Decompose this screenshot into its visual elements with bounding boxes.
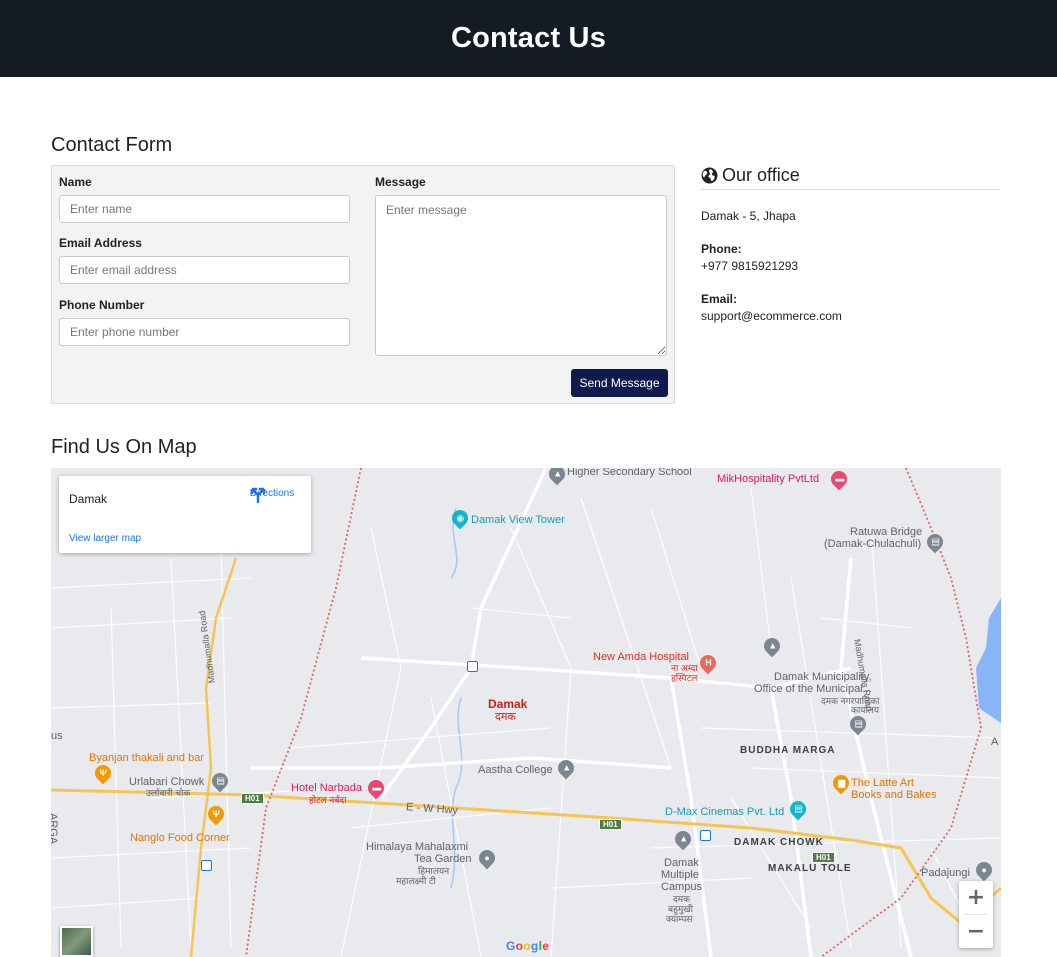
h01-shield-3: H01 bbox=[812, 852, 835, 863]
map-label-padajungi: Padajungi bbox=[921, 867, 970, 879]
map-title: Find Us On Map bbox=[51, 436, 197, 458]
office-info: Our office Damak - 5, Jhapa Phone: +977 … bbox=[701, 165, 1000, 323]
name-label: Name bbox=[59, 175, 92, 189]
email-input[interactable] bbox=[59, 256, 350, 284]
name-input[interactable] bbox=[59, 195, 350, 223]
google-logo: Google bbox=[506, 939, 550, 953]
map-label-damak-town-np: दमक bbox=[495, 711, 516, 723]
map-label-damak-municipality: Damak Municipality, bbox=[774, 671, 872, 683]
directions-icon bbox=[250, 487, 266, 503]
map-label-himalaya: Himalaya Mahalaxmi bbox=[366, 841, 469, 853]
phone-label: Phone Number bbox=[59, 298, 145, 312]
map-label-damak-municipality-2: Office of the Municipal... bbox=[754, 683, 872, 695]
office-address: Damak - 5, Jhapa bbox=[701, 209, 796, 223]
map-label-latte-art: The Latte Art bbox=[851, 777, 914, 789]
river-water bbox=[976, 598, 1001, 723]
globe-icon bbox=[701, 167, 718, 183]
map-label-arga: ARGA bbox=[51, 813, 59, 845]
map-label-damak-view-tower: Damak View Tower bbox=[471, 514, 565, 526]
send-message-button[interactable]: Send Message bbox=[571, 369, 668, 397]
map-label-dmax: D-Max Cinemas Pvt. Ltd bbox=[665, 806, 785, 818]
page-title: Contact Us bbox=[450, 22, 607, 54]
map-label-higher-secondary: Higher Secondary School bbox=[567, 468, 692, 478]
map-label-ratuwa-bridge-sub: (Damak-Chulachuli) bbox=[824, 538, 922, 550]
map-label-aastha-college: Aastha College bbox=[478, 764, 553, 776]
map-label-makalu-tole: MAKALU TOLE bbox=[768, 863, 852, 874]
map-label-byanjan: Byanjan thakali and bar bbox=[89, 752, 204, 764]
map-label-damak-campus-2: Multiple bbox=[661, 869, 699, 881]
map-label-ratuwa-bridge: Ratuwa Bridge bbox=[850, 526, 923, 538]
zoom-out-button[interactable]: − bbox=[959, 915, 993, 948]
map-label-damak-municipality-np-2: कार्यालय bbox=[851, 705, 880, 715]
office-email-label: Email: bbox=[701, 292, 738, 306]
satellite-toggle[interactable] bbox=[60, 926, 93, 957]
bus-stop-2-icon bbox=[700, 830, 711, 841]
message-label: Message bbox=[375, 175, 426, 189]
office-phone-label: Phone: bbox=[701, 242, 742, 256]
map-label-damak-chowk: DAMAK CHOWK bbox=[734, 837, 824, 848]
map-label-hotel-narbada: Hotel Narbada bbox=[291, 782, 362, 794]
contact-form: Name Email Address Phone Number Message … bbox=[51, 165, 675, 404]
map-label-us: us bbox=[51, 730, 63, 742]
map-label-nanglo: Nanglo Food Corner bbox=[130, 832, 230, 844]
map-label-urlabari-chowk-np: उर्लाबारी चोक bbox=[146, 788, 191, 798]
map-label-damak-campus-np-3: क्याम्पस bbox=[666, 914, 693, 924]
map-label-mikhospitality: MikHospitality PvtLtd bbox=[717, 473, 820, 485]
contact-form-title: Contact Form bbox=[51, 134, 173, 156]
map-label-damak-town: Damak bbox=[488, 697, 528, 711]
bus-stop-3-icon bbox=[201, 860, 212, 871]
map-label-hotel-narbada-np: होटल नर्बदा bbox=[309, 795, 347, 805]
map-label-damak-campus: Damak bbox=[664, 857, 699, 869]
map-label-new-amda-np-2: हस्पिटल bbox=[671, 673, 698, 683]
office-phone: +977 9815921293 bbox=[701, 259, 799, 273]
map-label-himalaya-2: Tea Garden bbox=[414, 853, 472, 865]
map-label-latte-art-2: Books and Bakes bbox=[851, 789, 937, 801]
map-label-himalaya-np-2: महालक्ष्मी टी bbox=[396, 876, 436, 886]
map-label-a-edge: A bbox=[991, 736, 999, 748]
h01-shield-1: H01 bbox=[241, 793, 264, 804]
email-label: Email Address bbox=[59, 236, 142, 250]
directions-button[interactable]: Directions bbox=[249, 486, 295, 503]
zoom-controls: + − bbox=[959, 881, 993, 948]
office-title: Our office bbox=[722, 164, 800, 185]
page-header: Contact Us bbox=[0, 0, 1057, 77]
map-label-damak-campus-3: Campus bbox=[661, 881, 702, 893]
phone-input[interactable] bbox=[59, 318, 350, 346]
bus-stop-icon bbox=[467, 661, 478, 672]
embedded-map[interactable]: ▲ Higher Secondary School MikHospitality… bbox=[51, 468, 1001, 957]
h01-shield-2: H01 bbox=[599, 819, 622, 830]
zoom-in-button[interactable]: + bbox=[959, 881, 993, 914]
message-textarea[interactable] bbox=[375, 195, 667, 356]
view-larger-map-link[interactable]: View larger map bbox=[69, 533, 141, 544]
office-email: support@ecommerce.com bbox=[701, 309, 842, 323]
map-label-buddha-marga: BUDDHA MARGA bbox=[740, 745, 836, 756]
map-place-name: Damak bbox=[69, 492, 108, 506]
office-heading: Our office bbox=[701, 165, 1000, 190]
map-info-card: Damak Directions View larger map bbox=[59, 476, 311, 553]
